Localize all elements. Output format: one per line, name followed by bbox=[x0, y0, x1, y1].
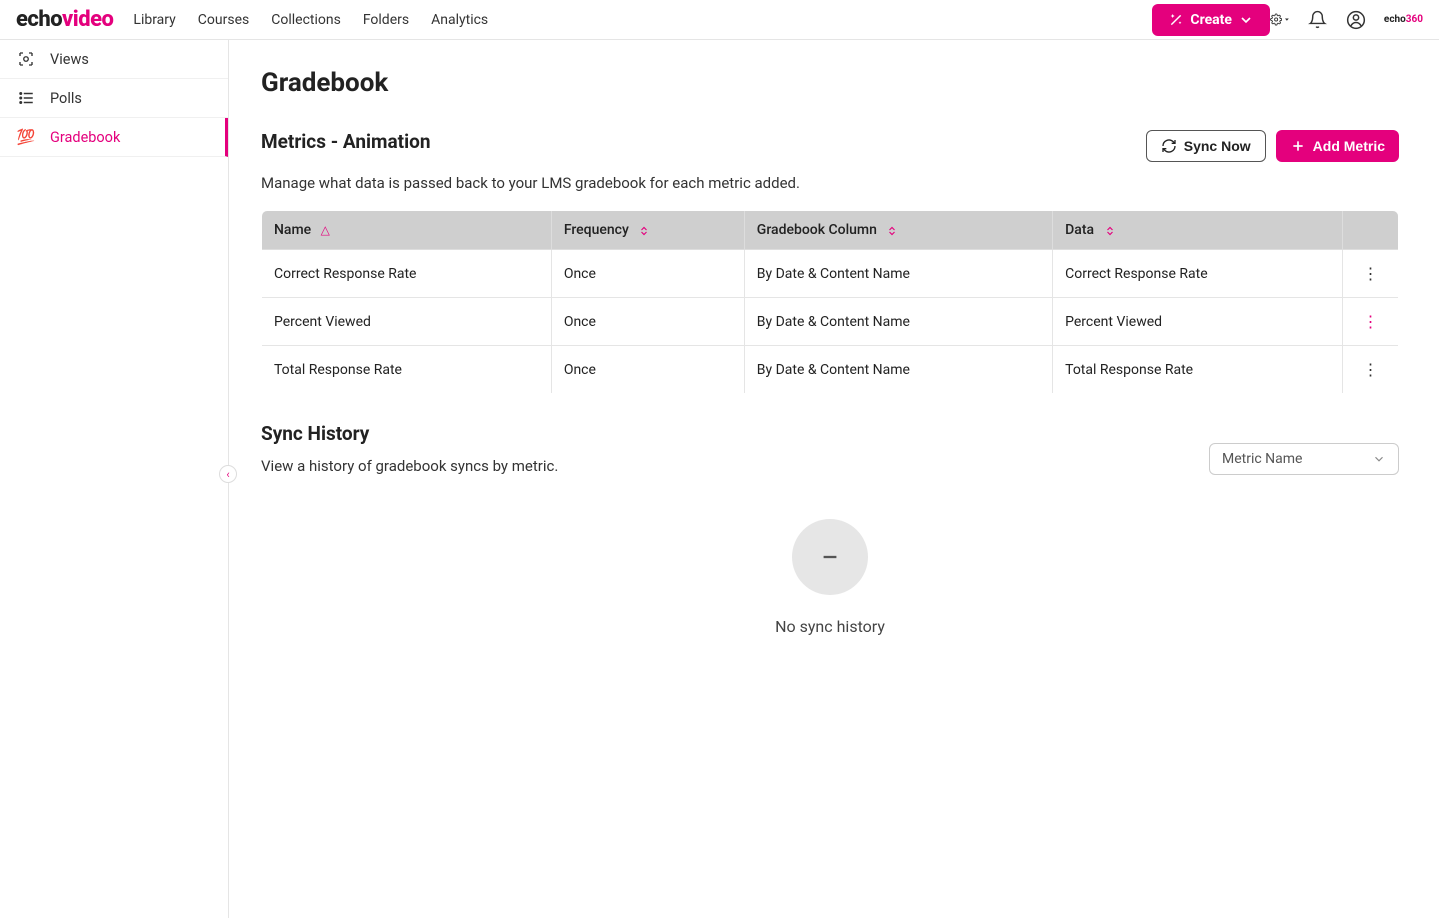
metrics-title: Metrics - Animation bbox=[261, 130, 431, 153]
sync-history-title: Sync History bbox=[261, 422, 558, 445]
col-header-actions bbox=[1343, 211, 1399, 250]
chevron-left-icon: ‹ bbox=[226, 468, 229, 481]
brand-mini: echo360 bbox=[1384, 14, 1423, 25]
sort-icon bbox=[638, 223, 650, 237]
sidebar-item-views[interactable]: Views bbox=[0, 40, 228, 79]
logo[interactable]: echovideo bbox=[16, 7, 113, 32]
sidebar-item-gradebook[interactable]: 💯 Gradebook bbox=[0, 118, 228, 157]
row-actions-menu[interactable]: ⋮ bbox=[1363, 360, 1379, 379]
cell-name: Correct Response Rate bbox=[262, 250, 552, 298]
nav-folders[interactable]: Folders bbox=[363, 12, 409, 28]
cell-data: Percent Viewed bbox=[1053, 298, 1343, 346]
chevron-down-icon bbox=[1238, 12, 1254, 28]
create-button[interactable]: Create bbox=[1152, 4, 1270, 36]
metrics-table: Name △ Frequency Gradebook Column bbox=[261, 210, 1399, 394]
account-icon[interactable] bbox=[1346, 10, 1366, 30]
cell-column: By Date & Content Name bbox=[744, 346, 1052, 394]
plus-icon bbox=[1290, 138, 1306, 154]
sync-history-empty-state: No sync history bbox=[261, 519, 1399, 636]
nav-collections[interactable]: Collections bbox=[271, 12, 341, 28]
metric-name-select[interactable]: Metric Name bbox=[1209, 443, 1399, 475]
sidebar-item-polls[interactable]: Polls bbox=[0, 79, 228, 118]
nav-analytics[interactable]: Analytics bbox=[431, 12, 488, 28]
polls-icon bbox=[16, 89, 36, 107]
sync-history-subtitle: View a history of gradebook syncs by met… bbox=[261, 457, 558, 475]
row-actions-menu[interactable]: ⋮ bbox=[1363, 312, 1379, 331]
nav-courses[interactable]: Courses bbox=[198, 12, 249, 28]
sync-now-label: Sync Now bbox=[1184, 138, 1251, 154]
metric-select-label: Metric Name bbox=[1222, 451, 1302, 467]
cell-column: By Date & Content Name bbox=[744, 298, 1052, 346]
table-row: Correct Response Rate Once By Date & Con… bbox=[262, 250, 1399, 298]
main-content: Gradebook Metrics - Animation Sync Now A… bbox=[229, 40, 1439, 918]
col-header-data[interactable]: Data bbox=[1053, 211, 1343, 250]
sidebar-collapse-handle[interactable]: ‹ bbox=[219, 465, 237, 483]
empty-state-text: No sync history bbox=[261, 617, 1399, 636]
notifications-icon[interactable] bbox=[1308, 10, 1328, 30]
sidebar-item-label: Views bbox=[50, 51, 89, 68]
cell-frequency: Once bbox=[551, 346, 744, 394]
cell-column: By Date & Content Name bbox=[744, 250, 1052, 298]
views-icon bbox=[16, 50, 36, 68]
add-metric-label: Add Metric bbox=[1313, 138, 1385, 154]
cell-data: Correct Response Rate bbox=[1053, 250, 1343, 298]
logo-part2: video bbox=[62, 7, 113, 32]
sidebar-item-label: Polls bbox=[50, 90, 82, 107]
col-header-name[interactable]: Name △ bbox=[262, 211, 552, 250]
nav-library[interactable]: Library bbox=[133, 12, 175, 28]
sort-icon bbox=[1104, 223, 1116, 237]
page-title: Gradebook bbox=[261, 68, 1399, 98]
create-label: Create bbox=[1190, 12, 1232, 28]
cell-name: Percent Viewed bbox=[262, 298, 552, 346]
cell-name: Total Response Rate bbox=[262, 346, 552, 394]
logo-part1: echo bbox=[16, 7, 62, 32]
row-actions-menu[interactable]: ⋮ bbox=[1363, 264, 1379, 283]
empty-state-icon bbox=[792, 519, 868, 595]
settings-dropdown[interactable] bbox=[1270, 10, 1290, 30]
table-row: Percent Viewed Once By Date & Content Na… bbox=[262, 298, 1399, 346]
refresh-icon bbox=[1161, 138, 1177, 154]
cell-frequency: Once bbox=[551, 250, 744, 298]
chevron-down-icon bbox=[1372, 452, 1386, 466]
top-nav: Library Courses Collections Folders Anal… bbox=[133, 12, 1138, 28]
add-metric-button[interactable]: Add Metric bbox=[1276, 130, 1399, 162]
col-header-gradebook-column[interactable]: Gradebook Column bbox=[744, 211, 1052, 250]
gradebook-icon: 💯 bbox=[16, 128, 36, 146]
cell-data: Total Response Rate bbox=[1053, 346, 1343, 394]
sidebar: Views Polls 💯 Gradebook ‹ bbox=[0, 40, 229, 918]
sort-icon bbox=[886, 223, 898, 237]
sort-asc-icon: △ bbox=[321, 223, 330, 237]
metrics-subtitle: Manage what data is passed back to your … bbox=[261, 174, 1399, 192]
sidebar-item-label: Gradebook bbox=[50, 129, 120, 146]
sync-now-button[interactable]: Sync Now bbox=[1146, 130, 1266, 162]
magic-wand-icon bbox=[1168, 12, 1184, 28]
cell-frequency: Once bbox=[551, 298, 744, 346]
table-row: Total Response Rate Once By Date & Conte… bbox=[262, 346, 1399, 394]
col-header-frequency[interactable]: Frequency bbox=[551, 211, 744, 250]
